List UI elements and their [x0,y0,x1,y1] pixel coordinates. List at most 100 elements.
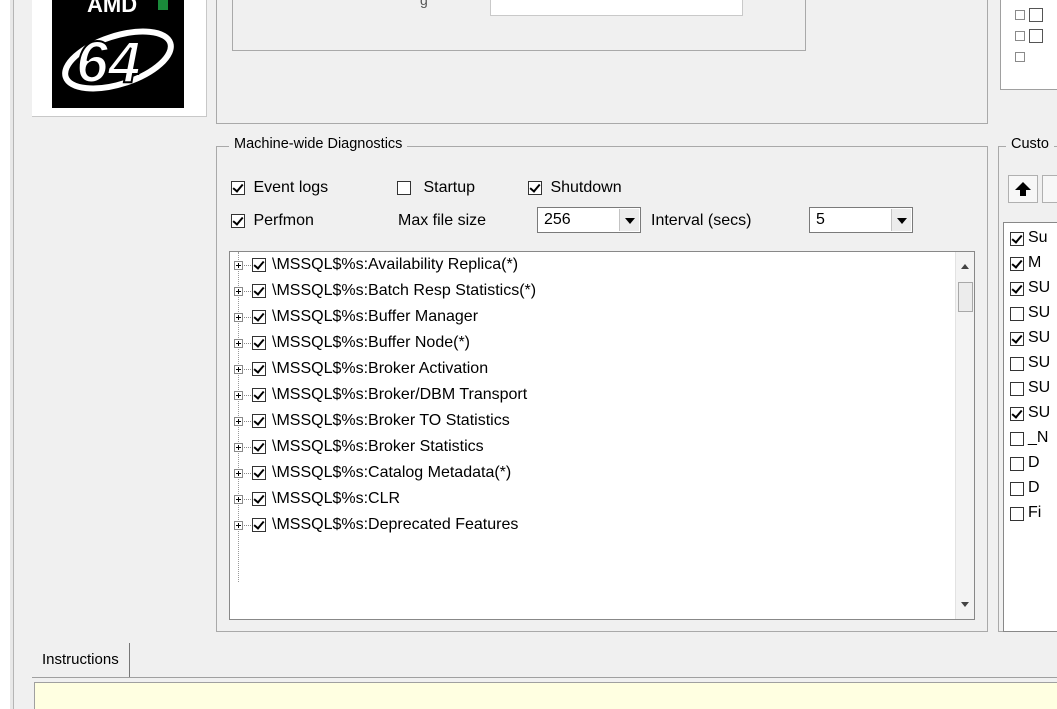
counter-checkbox[interactable] [252,284,266,298]
vertical-scrollbar[interactable] [955,252,974,619]
counter-tree-item[interactable]: \MSSQL$%s:Broker Statistics [230,438,950,460]
custom-list-item[interactable]: SU [1010,279,1057,304]
tree-connector [244,499,251,500]
custom-item-checkbox[interactable] [1010,307,1024,321]
counter-tree-item[interactable]: \MSSQL$%s:Availability Replica(*) [230,256,950,278]
custom-list-item[interactable]: M [1010,254,1057,279]
custom-list[interactable]: Su M SU SU SU SU SU SU _N D D Fi [1003,222,1057,632]
custom-item-checkbox[interactable] [1010,382,1024,396]
counter-checkbox[interactable] [252,258,266,272]
counter-label: \MSSQL$%s:Broker Statistics [272,438,484,455]
custom-item-checkbox[interactable] [1010,407,1024,421]
counter-checkbox[interactable] [252,388,266,402]
counter-checkbox[interactable] [252,310,266,324]
move-up-button[interactable] [1008,175,1038,203]
shutdown-check[interactable] [528,180,542,195]
counter-tree-item[interactable]: \MSSQL$%s:Buffer Node(*) [230,334,950,356]
counter-label: \MSSQL$%s:Buffer Manager [272,308,479,325]
expand-icon[interactable] [234,521,243,530]
custom-list-item[interactable]: Su [1010,229,1057,254]
expand-icon[interactable] [234,365,243,374]
counter-tree-item[interactable]: \MSSQL$%s:Broker/DBM Transport [230,386,950,408]
expand-icon[interactable] [234,495,243,504]
expand-icon[interactable] [234,287,243,296]
custom-item-checkbox[interactable] [1010,282,1024,296]
custom-list-item[interactable]: SU [1010,304,1057,329]
expand-icon[interactable] [234,417,243,426]
top-right-tree[interactable] [1000,0,1057,90]
counter-tree-item[interactable]: \MSSQL$%s:Deprecated Features [230,516,950,538]
chevron-down-icon[interactable] [619,209,639,231]
custom-list-item[interactable]: D [1010,454,1057,479]
tree-connector [244,395,251,396]
perfmon-checkbox[interactable]: Perfmon [231,212,314,230]
custom-list-item[interactable]: _N [1010,429,1057,454]
shutdown-checkbox[interactable]: Shutdown [528,179,622,197]
custom-list-item[interactable]: Fi [1010,504,1057,529]
scroll-thumb[interactable] [958,282,973,312]
custom-item-label: SU [1028,379,1051,396]
expand-icon[interactable] [234,313,243,322]
custom-item-label: M [1028,254,1042,271]
counter-checkbox[interactable] [252,440,266,454]
event-logs-label: Event logs [253,179,329,196]
counter-checkbox[interactable] [252,518,266,532]
counter-tree-item[interactable]: \MSSQL$%s:Catalog Metadata(*) [230,464,950,486]
counter-tree-item[interactable]: \MSSQL$%s:Broker Activation [230,360,950,382]
event-logs-check[interactable] [231,180,245,195]
chevron-down-icon[interactable] [891,209,911,231]
interval-select[interactable]: 5 [809,207,913,233]
tree-connector [244,369,251,370]
custom-item-label: D [1028,479,1040,496]
tree-checkbox[interactable] [1029,29,1043,43]
counter-label: \MSSQL$%s:Catalog Metadata(*) [272,464,512,481]
expand-icon[interactable] [234,391,243,400]
counter-checkbox[interactable] [252,466,266,480]
counter-tree-item[interactable]: \MSSQL$%s:CLR [230,490,950,512]
counter-checkbox[interactable] [252,414,266,428]
expand-icon[interactable] [1015,52,1025,62]
counter-label: \MSSQL$%s:Deprecated Features [272,516,519,533]
counter-checkbox[interactable] [252,362,266,376]
scroll-up-icon[interactable] [961,264,969,269]
expand-icon[interactable] [1015,10,1025,20]
tab-instructions[interactable]: Instructions [32,643,130,677]
top-cut-field[interactable] [490,0,743,16]
counter-tree-item[interactable]: \MSSQL$%s:Buffer Manager [230,308,950,330]
perfmon-counters-tree[interactable]: \MSSQL$%s:Availability Replica(*) \MSSQL$… [229,251,975,620]
expand-icon[interactable] [234,469,243,478]
custom-item-checkbox[interactable] [1010,357,1024,371]
counter-checkbox[interactable] [252,492,266,506]
expand-icon[interactable] [234,443,243,452]
move-down-button[interactable] [1042,175,1057,203]
custom-item-checkbox[interactable] [1010,257,1024,271]
custom-list-item[interactable]: D [1010,479,1057,504]
event-logs-checkbox[interactable]: Event logs [231,179,328,197]
custom-item-checkbox[interactable] [1010,232,1024,246]
custom-item-checkbox[interactable] [1010,432,1024,446]
tree-connector [244,525,251,526]
expand-icon[interactable] [234,339,243,348]
custom-list-item[interactable]: SU [1010,379,1057,404]
scroll-down-icon[interactable] [961,602,969,607]
custom-item-checkbox[interactable] [1010,482,1024,496]
startup-check[interactable] [397,180,411,195]
custom-list-item[interactable]: SU [1010,329,1057,354]
custom-list-item[interactable]: SU [1010,354,1057,379]
counter-checkbox[interactable] [252,336,266,350]
expand-icon[interactable] [1015,31,1025,41]
custom-item-checkbox[interactable] [1010,332,1024,346]
custom-item-checkbox[interactable] [1010,507,1024,521]
top-cut-label: g [420,0,428,8]
custom-list-item[interactable]: SU [1010,404,1057,429]
max-file-size-select[interactable]: 256 [537,207,641,233]
expand-icon[interactable] [234,261,243,270]
custom-item-checkbox[interactable] [1010,457,1024,471]
counter-tree-item[interactable]: \MSSQL$%s:Broker TO Statistics [230,412,950,434]
max-file-size-value: 256 [544,211,571,228]
tree-connector [244,317,251,318]
perfmon-check[interactable] [231,213,245,228]
tree-checkbox[interactable] [1029,8,1043,22]
counter-tree-item[interactable]: \MSSQL$%s:Batch Resp Statistics(*) [230,282,950,304]
startup-checkbox[interactable]: Startup [397,179,475,197]
